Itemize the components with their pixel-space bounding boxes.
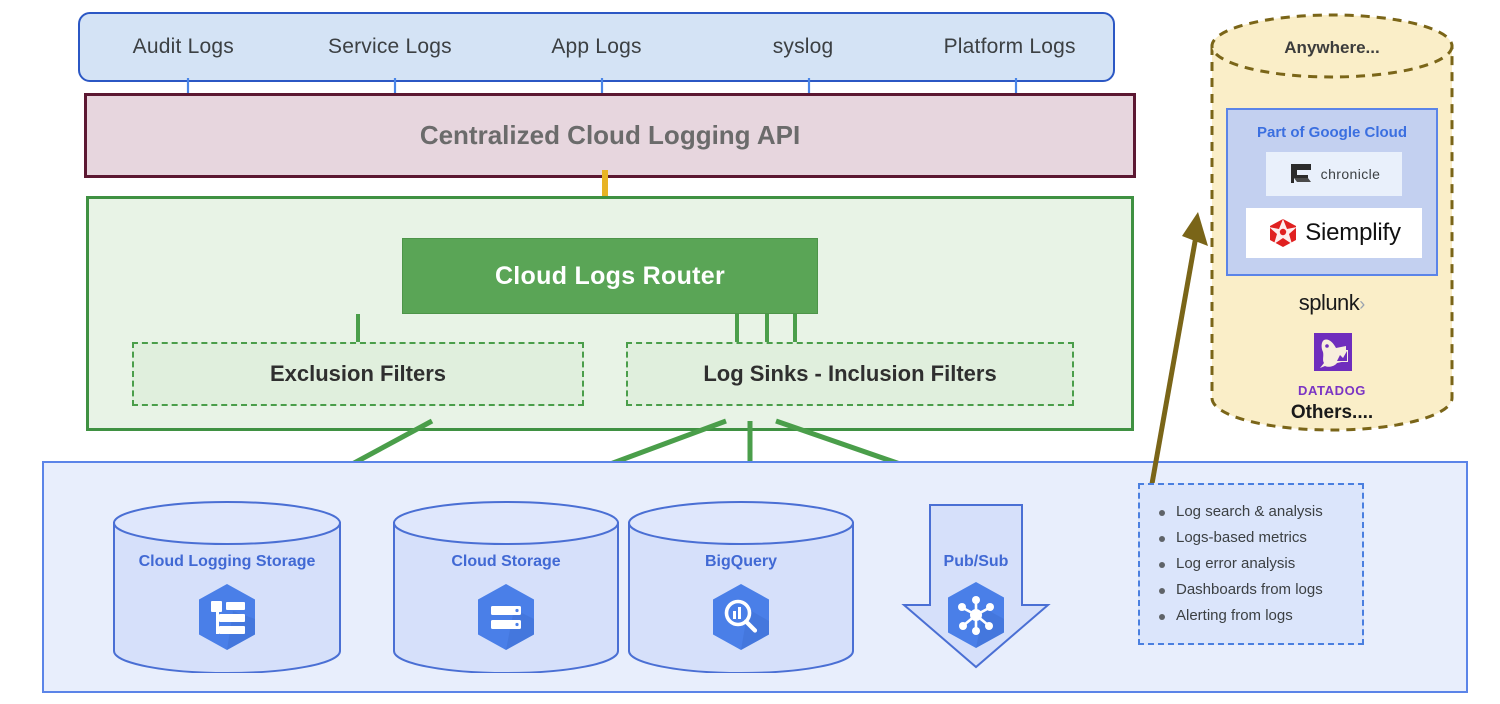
destination-label: Cloud Storage: [392, 553, 620, 571]
capability-item: Dashboards from logs: [1156, 577, 1352, 603]
destination-pubsub: Pub/Sub: [900, 501, 1052, 673]
siemplify-mark-icon: [1267, 217, 1299, 249]
siemplify-label: Siemplify: [1305, 219, 1401, 247]
storage-hex-icon: [468, 579, 544, 660]
destination-label: Cloud Logging Storage: [112, 553, 342, 571]
datadog-mark-icon: [1308, 330, 1356, 378]
part-of-google-cloud-group: Part of Google Cloud chronicle Siemplify: [1226, 108, 1438, 276]
source-item-platform-logs: Platform Logs: [906, 35, 1113, 59]
cloud-logs-router-box: Cloud Logs Router: [402, 238, 818, 314]
log-sinks-label: Log Sinks - Inclusion Filters: [703, 361, 996, 387]
destination-label: BigQuery: [627, 553, 855, 571]
exclusion-filters-label: Exclusion Filters: [270, 361, 446, 387]
capability-item: Logs-based metrics: [1156, 525, 1352, 551]
destination-label: Pub/Sub: [900, 553, 1052, 571]
api-band-title: Centralized Cloud Logging API: [420, 120, 800, 151]
source-item-syslog: syslog: [700, 35, 907, 59]
siemplify-logo: Siemplify: [1246, 208, 1422, 258]
capability-item: Log error analysis: [1156, 551, 1352, 577]
bigquery-hex-icon: [703, 579, 779, 660]
log-sinks-inclusion-filters-box: Log Sinks - Inclusion Filters: [626, 342, 1074, 406]
destination-bigquery: BigQuery: [627, 501, 855, 673]
capabilities-to-anywhere-arrow: [1140, 210, 1250, 500]
logging-architecture-diagram: Audit Logs Service Logs App Logs syslog …: [0, 0, 1500, 704]
router-to-exclusion-stem: [356, 314, 360, 342]
logging-hex-icon: [189, 579, 265, 660]
chronicle-mark-icon: [1288, 162, 1314, 186]
capabilities-box: Log search & analysis Logs-based metrics…: [1138, 483, 1364, 645]
source-item-service-logs: Service Logs: [287, 35, 494, 59]
splunk-label: splunk: [1299, 290, 1360, 315]
centralized-logging-api-band: Centralized Cloud Logging API: [84, 93, 1136, 178]
capability-item: Alerting from logs: [1156, 603, 1352, 629]
router-to-sink-stem-3: [793, 314, 797, 342]
source-item-app-logs: App Logs: [493, 35, 700, 59]
chronicle-logo: chronicle: [1266, 152, 1402, 196]
destination-cloud-logging-storage: Cloud Logging Storage: [112, 501, 342, 673]
exclusion-filters-box: Exclusion Filters: [132, 342, 584, 406]
capabilities-list: Log search & analysis Logs-based metrics…: [1156, 499, 1352, 629]
capability-item: Log search & analysis: [1156, 499, 1352, 525]
source-item-audit-logs: Audit Logs: [80, 35, 287, 59]
router-to-sink-stem-1: [735, 314, 739, 342]
router-to-sink-stem-2: [765, 314, 769, 342]
part-of-google-cloud-title: Part of Google Cloud: [1228, 124, 1436, 141]
destination-cloud-storage: Cloud Storage: [392, 501, 620, 673]
pubsub-hex-icon: [938, 577, 1014, 658]
chronicle-label: chronicle: [1321, 166, 1381, 182]
log-sources-bar: Audit Logs Service Logs App Logs syslog …: [78, 12, 1115, 82]
anywhere-title: Anywhere...: [1208, 38, 1456, 58]
cloud-logs-router-title: Cloud Logs Router: [495, 262, 725, 291]
splunk-chevron-icon: ›: [1359, 294, 1365, 314]
